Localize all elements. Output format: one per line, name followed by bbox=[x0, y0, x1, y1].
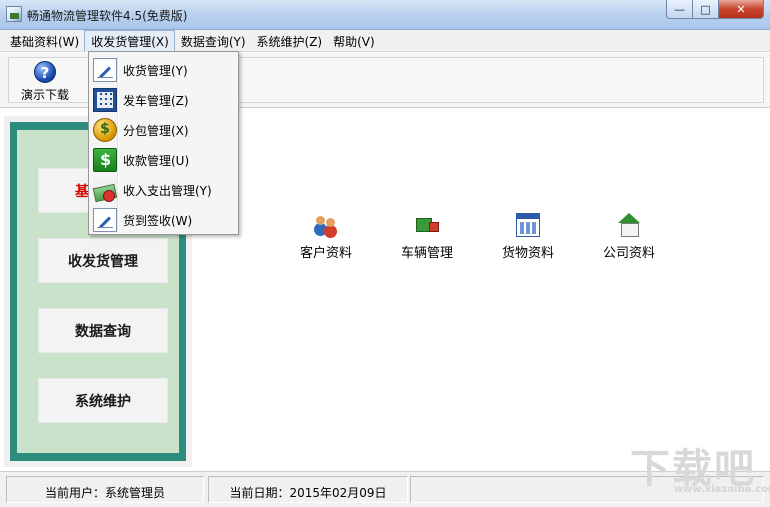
tile-label: 客户资料 bbox=[299, 246, 352, 261]
maximize-button[interactable]: □ bbox=[693, 0, 719, 19]
window-title: 畅通物流管理软件4.5(免费版) bbox=[27, 9, 188, 23]
watermark-url: www.xiazaiba.com bbox=[674, 484, 770, 495]
menu-item-label: 收货管理(Y) bbox=[123, 63, 188, 78]
coins-icon bbox=[93, 118, 117, 142]
demo-download-label: 演示下载 bbox=[20, 88, 69, 102]
sidebar-item-system-maintenance[interactable]: 系统维护 bbox=[38, 378, 168, 423]
sidebar-item-data-query[interactable]: 数据查询 bbox=[38, 308, 168, 353]
menu-item-payment-collection[interactable]: 收款管理(U) bbox=[91, 145, 236, 175]
help-icon: ? bbox=[34, 61, 56, 83]
menu-basic-data[interactable]: 基础资料(W) bbox=[4, 30, 84, 52]
demo-download-button[interactable]: ? 演示下载 bbox=[14, 61, 76, 107]
sidebar-item-shipping-management[interactable]: 收发货管理 bbox=[38, 238, 168, 283]
money-icon bbox=[93, 178, 117, 202]
app-icon bbox=[6, 6, 22, 22]
title-bar: 畅通物流管理软件4.5(免费版) — □ ✕ bbox=[0, 0, 770, 30]
tile-company[interactable]: 公司资料 bbox=[589, 213, 669, 261]
close-button[interactable]: ✕ bbox=[719, 0, 764, 19]
menu-item-receiving[interactable]: 收货管理(Y) bbox=[91, 55, 236, 85]
shipping-management-dropdown: 收货管理(Y) 发车管理(Z) 分包管理(X) 收款管理(U) 收入支出管理(Y… bbox=[88, 51, 239, 235]
menu-item-label: 发车管理(Z) bbox=[123, 93, 189, 108]
menu-data-query[interactable]: 数据查询(Y) bbox=[175, 30, 251, 52]
customers-icon bbox=[314, 213, 338, 237]
menu-item-delivery-signoff[interactable]: 货到签收(W) bbox=[91, 205, 236, 235]
menu-item-label: 货到签收(W) bbox=[123, 213, 193, 228]
menu-item-income-expense[interactable]: 收入支出管理(Y) bbox=[91, 175, 236, 205]
menu-item-subcontract[interactable]: 分包管理(X) bbox=[91, 115, 236, 145]
menu-item-label: 收款管理(U) bbox=[123, 153, 190, 168]
tile-label: 公司资料 bbox=[602, 246, 655, 261]
close-icon: ✕ bbox=[736, 2, 746, 16]
tile-customers[interactable]: 客户资料 bbox=[286, 213, 366, 261]
dollar-icon bbox=[93, 148, 117, 172]
menu-help[interactable]: 帮助(V) bbox=[327, 30, 380, 52]
minimize-button[interactable]: — bbox=[666, 0, 693, 19]
watermark: 下载吧 www.xiazaiba.com bbox=[630, 436, 770, 500]
minimize-icon: — bbox=[674, 2, 685, 16]
window-controls: — □ ✕ bbox=[666, 0, 764, 20]
tile-label: 车辆管理 bbox=[400, 246, 453, 261]
grid-calendar-icon bbox=[93, 88, 117, 112]
menu-bar: 基础资料(W) 收发货管理(X) 数据查询(Y) 系统维护(Z) 帮助(V) bbox=[0, 30, 770, 52]
menu-item-label: 分包管理(X) bbox=[123, 123, 189, 138]
company-house-icon bbox=[617, 213, 641, 237]
maximize-icon: □ bbox=[700, 2, 711, 16]
status-current-user: 当前用户：系统管理员 bbox=[6, 476, 204, 503]
tile-goods[interactable]: 货物资料 bbox=[488, 213, 568, 261]
menu-shipping-management[interactable]: 收发货管理(X) bbox=[84, 30, 175, 52]
edit-pen-icon bbox=[93, 58, 117, 82]
menu-item-label: 收入支出管理(Y) bbox=[123, 183, 212, 198]
menu-system-maintenance[interactable]: 系统维护(Z) bbox=[251, 30, 328, 52]
sign-pen-icon bbox=[93, 208, 117, 232]
goods-table-icon bbox=[516, 213, 540, 237]
tile-label: 货物资料 bbox=[501, 246, 554, 261]
menu-item-dispatch[interactable]: 发车管理(Z) bbox=[91, 85, 236, 115]
tile-vehicles[interactable]: 车辆管理 bbox=[387, 213, 467, 261]
status-current-date: 当前日期：2015年02月09日 bbox=[208, 476, 408, 503]
truck-icon bbox=[415, 213, 439, 237]
